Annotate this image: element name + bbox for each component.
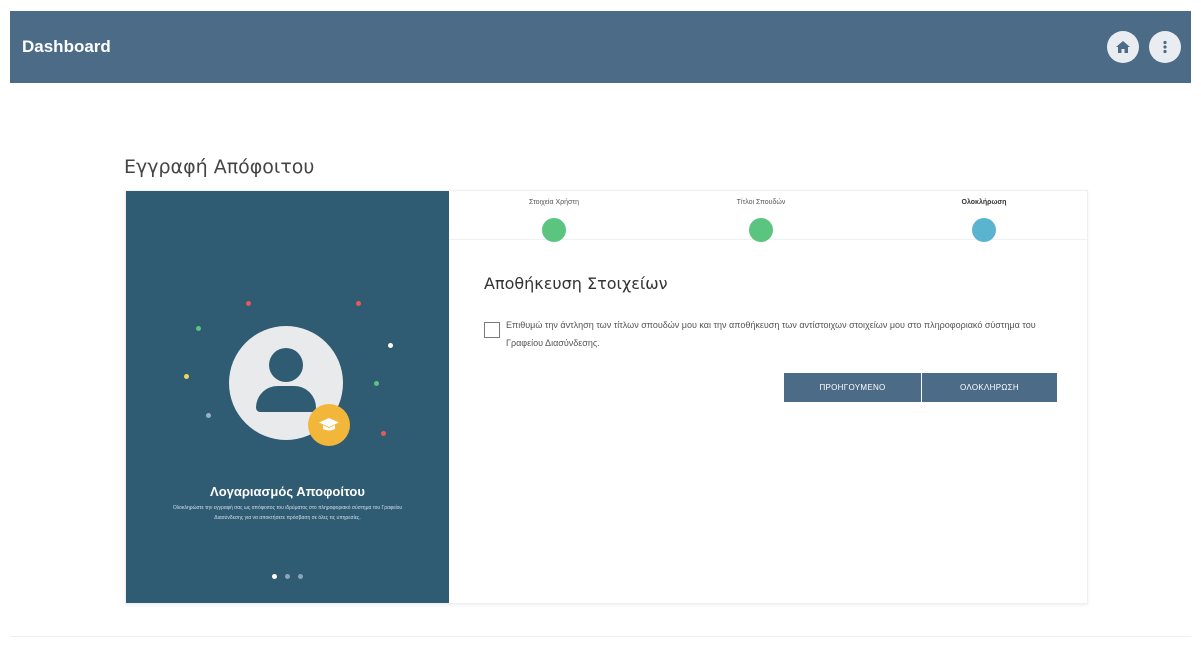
previous-button[interactable]: ΠΡΟΗΓΟΥΜΕΝΟ	[784, 373, 921, 402]
section-title: Αποθήκευση Στοιχείων	[484, 274, 668, 293]
step-user-info: Στοιχεία Χρήστη	[484, 199, 624, 242]
step-label: Ολοκλήρωση	[961, 199, 1007, 206]
step-completion: Ολοκλήρωση	[914, 199, 1054, 242]
carousel-dot-active[interactable]	[272, 574, 277, 579]
confetti-dot	[246, 301, 251, 306]
confetti-dot	[196, 326, 201, 331]
top-app-bar: Dashboard	[10, 11, 1191, 83]
step-active-indicator	[972, 218, 996, 242]
step-label: Τίτλοι Σπουδών	[736, 199, 786, 206]
avatar-head	[269, 348, 303, 382]
consent-text: Επιθυμώ την άντληση των τίτλων σπουδών μ…	[506, 320, 1036, 348]
panel-description: Ολοκληρώστε την εγγραφή σας ως απόφοιτος…	[172, 505, 403, 521]
stepper: Στοιχεία Χρήστη Τίτλοι Σπουδών Ολοκλήρωσ…	[449, 191, 1087, 242]
form-actions: ΠΡΟΗΓΟΥΜΕΝΟ ΟΛΟΚΛΗΡΩΣΗ	[784, 373, 1057, 402]
carousel-dot[interactable]	[285, 574, 290, 579]
step-degrees: Τίτλοι Σπουδών	[691, 199, 831, 242]
step-complete-indicator	[749, 218, 773, 242]
consent-checkbox[interactable]	[484, 322, 500, 338]
confetti-dot	[374, 381, 379, 386]
graduation-badge	[308, 404, 350, 446]
step-complete-indicator	[542, 218, 566, 242]
confetti-dot	[356, 301, 361, 306]
more-options-button[interactable]	[1149, 31, 1181, 63]
carousel-indicators	[126, 574, 449, 579]
page-title: Εγγραφή Απόφοιτου	[124, 156, 315, 178]
registration-card: Λογαριασμός Αποφοίτου Ολοκληρώστε την εγ…	[125, 190, 1088, 604]
confetti-dot	[184, 374, 189, 379]
confetti-dot	[206, 413, 211, 418]
confetti-dot	[388, 343, 393, 348]
panel-title: Λογαριασμός Αποφοίτου	[210, 484, 365, 499]
more-vertical-icon	[1163, 40, 1167, 54]
confetti-dot	[381, 431, 386, 436]
info-panel: Λογαριασμός Αποφοίτου Ολοκληρώστε την εγ…	[126, 191, 449, 603]
graduation-cap-icon	[319, 418, 339, 431]
app-title: Dashboard	[22, 37, 111, 56]
top-actions	[1107, 31, 1181, 63]
footer-divider	[10, 636, 1191, 637]
avatar-body	[256, 386, 316, 412]
home-button[interactable]	[1107, 31, 1139, 63]
finish-button[interactable]: ΟΛΟΚΛΗΡΩΣΗ	[922, 373, 1057, 402]
step-label: Στοιχεία Χρήστη	[529, 199, 579, 206]
home-icon	[1116, 41, 1130, 53]
carousel-dot[interactable]	[298, 574, 303, 579]
